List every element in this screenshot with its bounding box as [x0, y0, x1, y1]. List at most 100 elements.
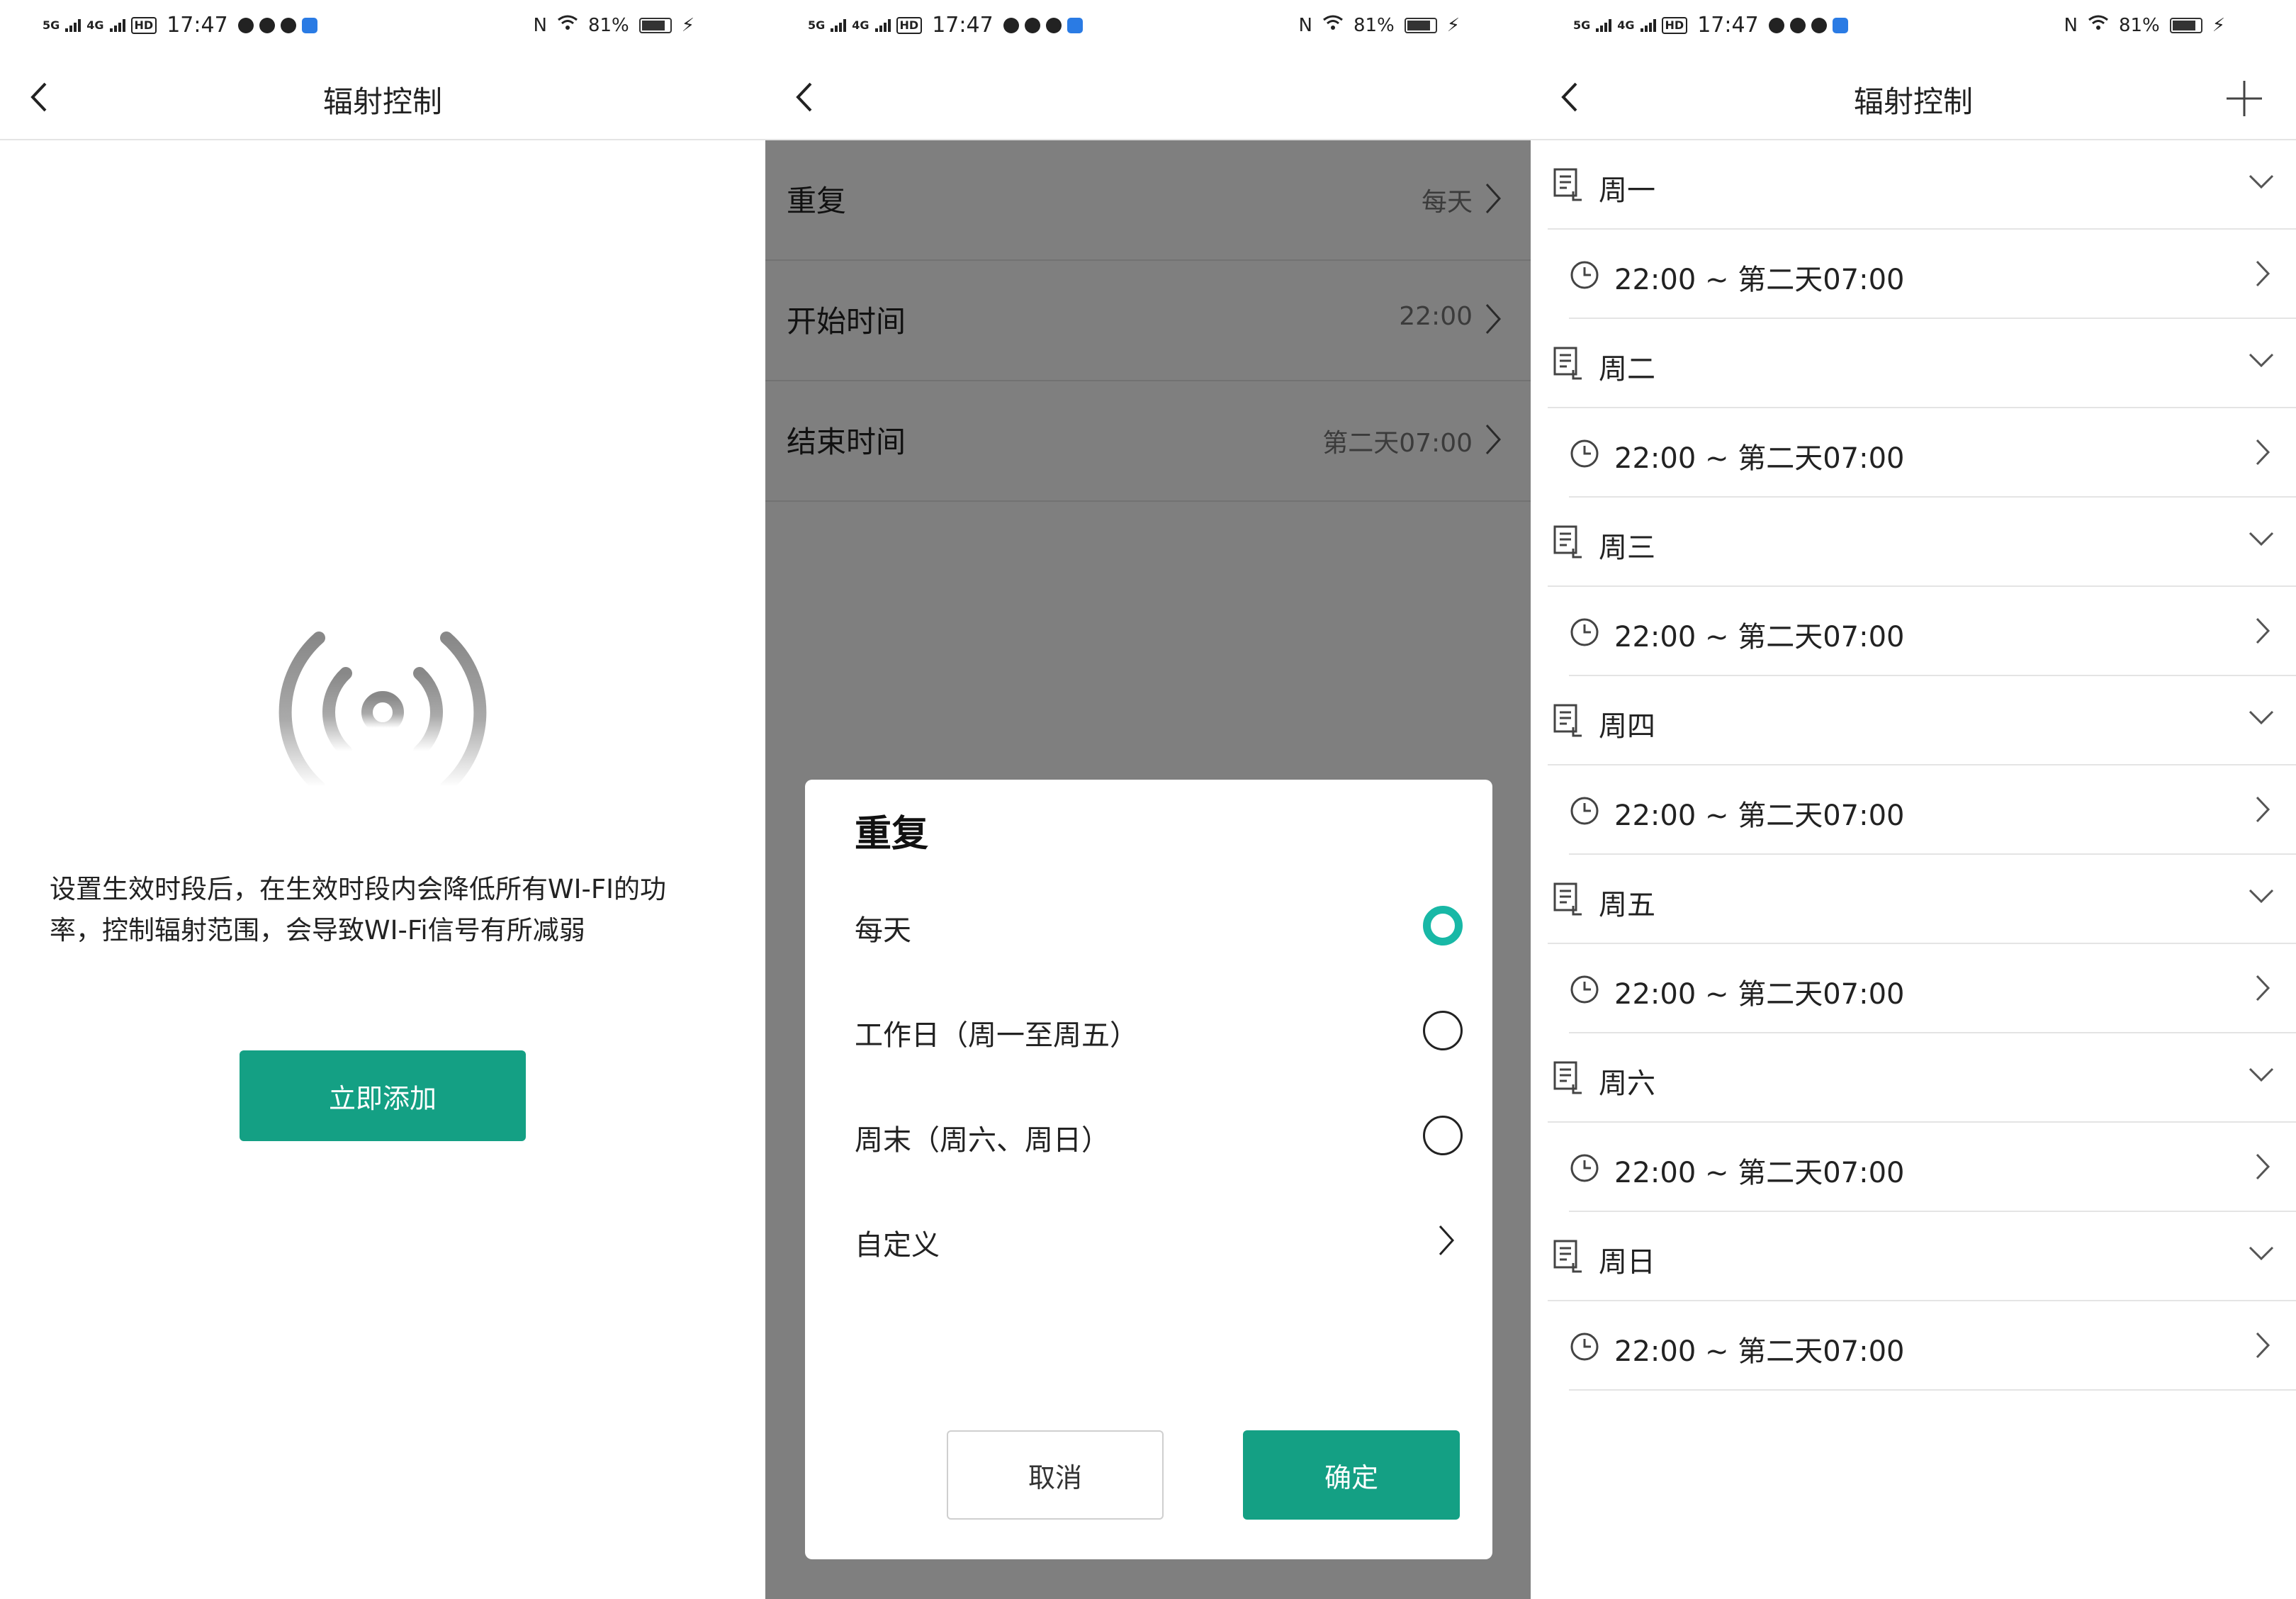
radio-unselected[interactable] [1423, 1116, 1463, 1155]
schedule-list-screen: 5G 4G HD 17:47 N 81% ⚡ 辐射控制 周一 22:00 ~ 第二… [1531, 0, 2296, 1599]
compass-icon [280, 17, 296, 33]
status-time: 17:47 [932, 13, 994, 38]
page-title: 辐射控制 [1853, 84, 1973, 119]
option-workdays[interactable]: 工作日（周一至周五） [805, 995, 1492, 1066]
wechat-icon [1003, 17, 1019, 33]
clock-icon [1570, 261, 1599, 289]
radio-unselected[interactable] [1423, 1011, 1463, 1050]
title-bar [765, 54, 1531, 140]
5g-signal-label: 5G [43, 18, 60, 32]
document-icon [1553, 882, 1582, 916]
status-bar: 5G 4G HD 17:47 N 81% ⚡ [765, 0, 1531, 54]
day-group-header[interactable]: 周六 [1548, 1033, 2296, 1123]
chevron-down-icon[interactable] [2248, 1066, 2275, 1083]
repeat-dialog: 重复 每天 工作日（周一至周五） 周末（周六、周日） 自定义 取消 确定 [805, 780, 1492, 1559]
radiation-signal-icon [278, 632, 487, 793]
time-slot-row[interactable]: 22:00 ~ 第二天07:00 [1569, 1123, 2296, 1212]
message-icon [259, 17, 275, 33]
signal-bars-icon [1640, 18, 1656, 32]
time-slot-row[interactable]: 22:00 ~ 第二天07:00 [1569, 944, 2296, 1033]
document-icon [1553, 704, 1582, 737]
4g-signal-label: 4G [1617, 18, 1635, 32]
day-group-header[interactable]: 周日 [1548, 1212, 2296, 1301]
time-slot-label: 22:00 ~ 第二天07:00 [1614, 978, 1905, 1011]
time-slot-label: 22:00 ~ 第二天07:00 [1614, 1157, 1905, 1189]
chevron-right-icon [2256, 439, 2270, 466]
empty-state-screen: 5G 4G HD 17:47 N 81% ⚡ 辐射控制 设置生效时段后，在生效时… [0, 0, 765, 1599]
day-label: 周五 [1599, 889, 1655, 921]
time-slot-label: 22:00 ~ 第二天07:00 [1614, 800, 1905, 832]
status-bar: 5G 4G HD 17:47 N 81% ⚡ [0, 0, 765, 54]
radio-selected[interactable] [1423, 906, 1463, 946]
battery-percent: 81% [587, 14, 629, 36]
back-arrow-icon[interactable] [791, 79, 819, 115]
time-slot-row[interactable]: 22:00 ~ 第二天07:00 [1569, 765, 2296, 855]
option-weekend[interactable]: 周末（周六、周日） [805, 1100, 1492, 1171]
day-label: 周二 [1599, 353, 1655, 386]
chevron-down-icon[interactable] [2248, 173, 2275, 190]
wechat-icon [237, 17, 254, 33]
confirm-button[interactable]: 确定 [1243, 1430, 1460, 1520]
title-bar: 辐射控制 [1531, 54, 2296, 140]
nfc-icon: N [1298, 14, 1312, 36]
option-custom[interactable]: 自定义 [805, 1205, 1492, 1276]
document-icon [1553, 1061, 1582, 1094]
signal-bars-icon [831, 18, 847, 32]
5g-signal-label: 5G [808, 18, 826, 32]
option-label: 每天 [855, 914, 911, 947]
nfc-icon: N [533, 14, 547, 36]
4g-signal-label: 4G [86, 18, 104, 32]
app-notification-icon [1067, 17, 1083, 33]
document-icon [1553, 1240, 1582, 1273]
4g-signal-label: 4G [852, 18, 870, 32]
time-slot-row[interactable]: 22:00 ~ 第二天07:00 [1569, 587, 2296, 676]
time-slot-label: 22:00 ~ 第二天07:00 [1614, 1335, 1905, 1368]
wifi-icon [2088, 14, 2109, 36]
chevron-down-icon[interactable] [2248, 1245, 2275, 1262]
status-time: 17:47 [167, 13, 228, 38]
dialog-title: 重复 [855, 813, 929, 855]
signal-bars-icon [65, 18, 81, 32]
day-group-header[interactable]: 周三 [1548, 498, 2296, 587]
battery-icon [638, 17, 672, 33]
cancel-button[interactable]: 取消 [947, 1430, 1164, 1520]
time-slot-row[interactable]: 22:00 ~ 第二天07:00 [1569, 1301, 2296, 1391]
clock-icon [1570, 1332, 1599, 1361]
option-label: 周末（周六、周日） [855, 1124, 1110, 1157]
chevron-right-icon [2256, 260, 2270, 287]
wifi-icon [1322, 14, 1344, 36]
day-group-header[interactable]: 周五 [1548, 855, 2296, 944]
compass-icon [1811, 17, 1827, 33]
chevron-right-icon [2256, 1153, 2270, 1180]
option-label: 自定义 [855, 1229, 940, 1262]
hd-voice-icon: HD [896, 16, 923, 34]
clock-icon [1570, 975, 1599, 1004]
page-title: 辐射控制 [322, 84, 442, 119]
time-slot-row[interactable]: 22:00 ~ 第二天07:00 [1569, 408, 2296, 498]
day-group-header[interactable]: 周二 [1548, 319, 2296, 408]
option-every-day[interactable]: 每天 [805, 890, 1492, 961]
chevron-right-icon [1439, 1225, 1455, 1256]
clock-icon [1570, 618, 1599, 646]
day-group-header[interactable]: 周一 [1548, 140, 2296, 230]
chevron-down-icon[interactable] [2248, 709, 2275, 726]
clock-icon [1570, 439, 1599, 468]
day-group-header[interactable]: 周四 [1548, 676, 2296, 765]
chevron-down-icon[interactable] [2248, 887, 2275, 904]
status-time: 17:47 [1697, 13, 1759, 38]
option-label: 工作日（周一至周五） [855, 1019, 1138, 1052]
day-label: 周一 [1599, 174, 1655, 207]
wechat-icon [1768, 17, 1784, 33]
nfc-icon: N [2064, 14, 2078, 36]
chevron-down-icon[interactable] [2248, 352, 2275, 369]
5g-signal-label: 5G [1573, 18, 1591, 32]
time-slot-row[interactable]: 22:00 ~ 第二天07:00 [1569, 230, 2296, 319]
day-label: 周六 [1599, 1067, 1655, 1100]
day-label: 周三 [1599, 532, 1655, 564]
signal-bars-icon [109, 18, 125, 32]
chevron-down-icon[interactable] [2248, 530, 2275, 547]
add-icon[interactable] [2225, 79, 2263, 118]
schedule-list: 周一 22:00 ~ 第二天07:00 周二 22:00 ~ 第二天07:00 周三 22… [1531, 140, 2296, 1391]
add-now-button[interactable]: 立即添加 [240, 1050, 526, 1141]
chevron-right-icon [2256, 1332, 2270, 1359]
